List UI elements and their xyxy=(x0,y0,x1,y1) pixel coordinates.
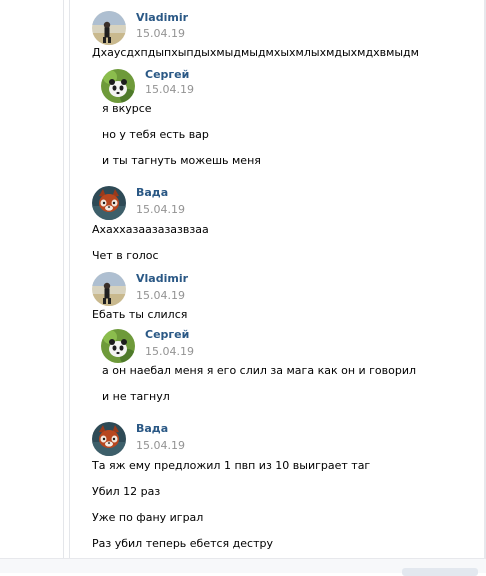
message-time[interactable]: 15.04.19 xyxy=(136,203,185,216)
panda-avatar-icon[interactable] xyxy=(101,329,135,363)
composer-control[interactable] xyxy=(402,568,478,576)
red-panda-avatar-icon[interactable] xyxy=(92,422,126,456)
message-time[interactable]: 15.04.19 xyxy=(145,345,194,358)
message-time[interactable]: 15.04.19 xyxy=(145,83,194,96)
author-link[interactable]: Вада xyxy=(136,422,168,435)
message-text: Уже по фану играл xyxy=(92,511,204,524)
message-text: Ебать ты слился xyxy=(92,308,188,321)
author-link[interactable]: Vladimir xyxy=(136,11,188,24)
message-text: Та яж ему предложил 1 пвп из 10 выиграет… xyxy=(92,459,371,472)
author-link[interactable]: Vladimir xyxy=(136,272,188,285)
message-time[interactable]: 15.04.19 xyxy=(136,289,185,302)
message-text: но у тебя есть вар xyxy=(102,128,209,141)
thread-line xyxy=(69,0,70,573)
author-link[interactable]: Вада xyxy=(136,186,168,199)
panda-avatar-icon[interactable] xyxy=(101,69,135,103)
message-text: и не тагнул xyxy=(102,390,170,403)
message-text: и ты тагнуть можешь меня xyxy=(102,154,261,167)
message-text: я вкурсе xyxy=(102,102,152,115)
thread-line xyxy=(63,0,64,573)
thread-rail xyxy=(0,0,70,573)
message-text: Убил 12 раз xyxy=(92,485,161,498)
red-panda-avatar-icon[interactable] xyxy=(92,186,126,220)
message-text: Дхаусдхпдыпхыпдыхмыдмыдмхыхмлыхмдыхмдхвм… xyxy=(92,46,419,59)
vladimir-avatar-icon[interactable] xyxy=(92,11,126,45)
message-text: а он наебал меня я его слил за мага как … xyxy=(102,364,417,377)
message-time[interactable]: 15.04.19 xyxy=(136,439,185,452)
message-text: Чет в голос xyxy=(92,249,159,262)
author-link[interactable]: Сергей xyxy=(145,68,189,81)
author-link[interactable]: Сергей xyxy=(145,328,189,341)
message-time[interactable]: 15.04.19 xyxy=(136,27,185,40)
vladimir-avatar-icon[interactable] xyxy=(92,272,126,306)
message-text: Ахаххазаазазазвзаа xyxy=(92,223,209,236)
message-text: Раз убил теперь ебется дестру xyxy=(92,537,273,550)
